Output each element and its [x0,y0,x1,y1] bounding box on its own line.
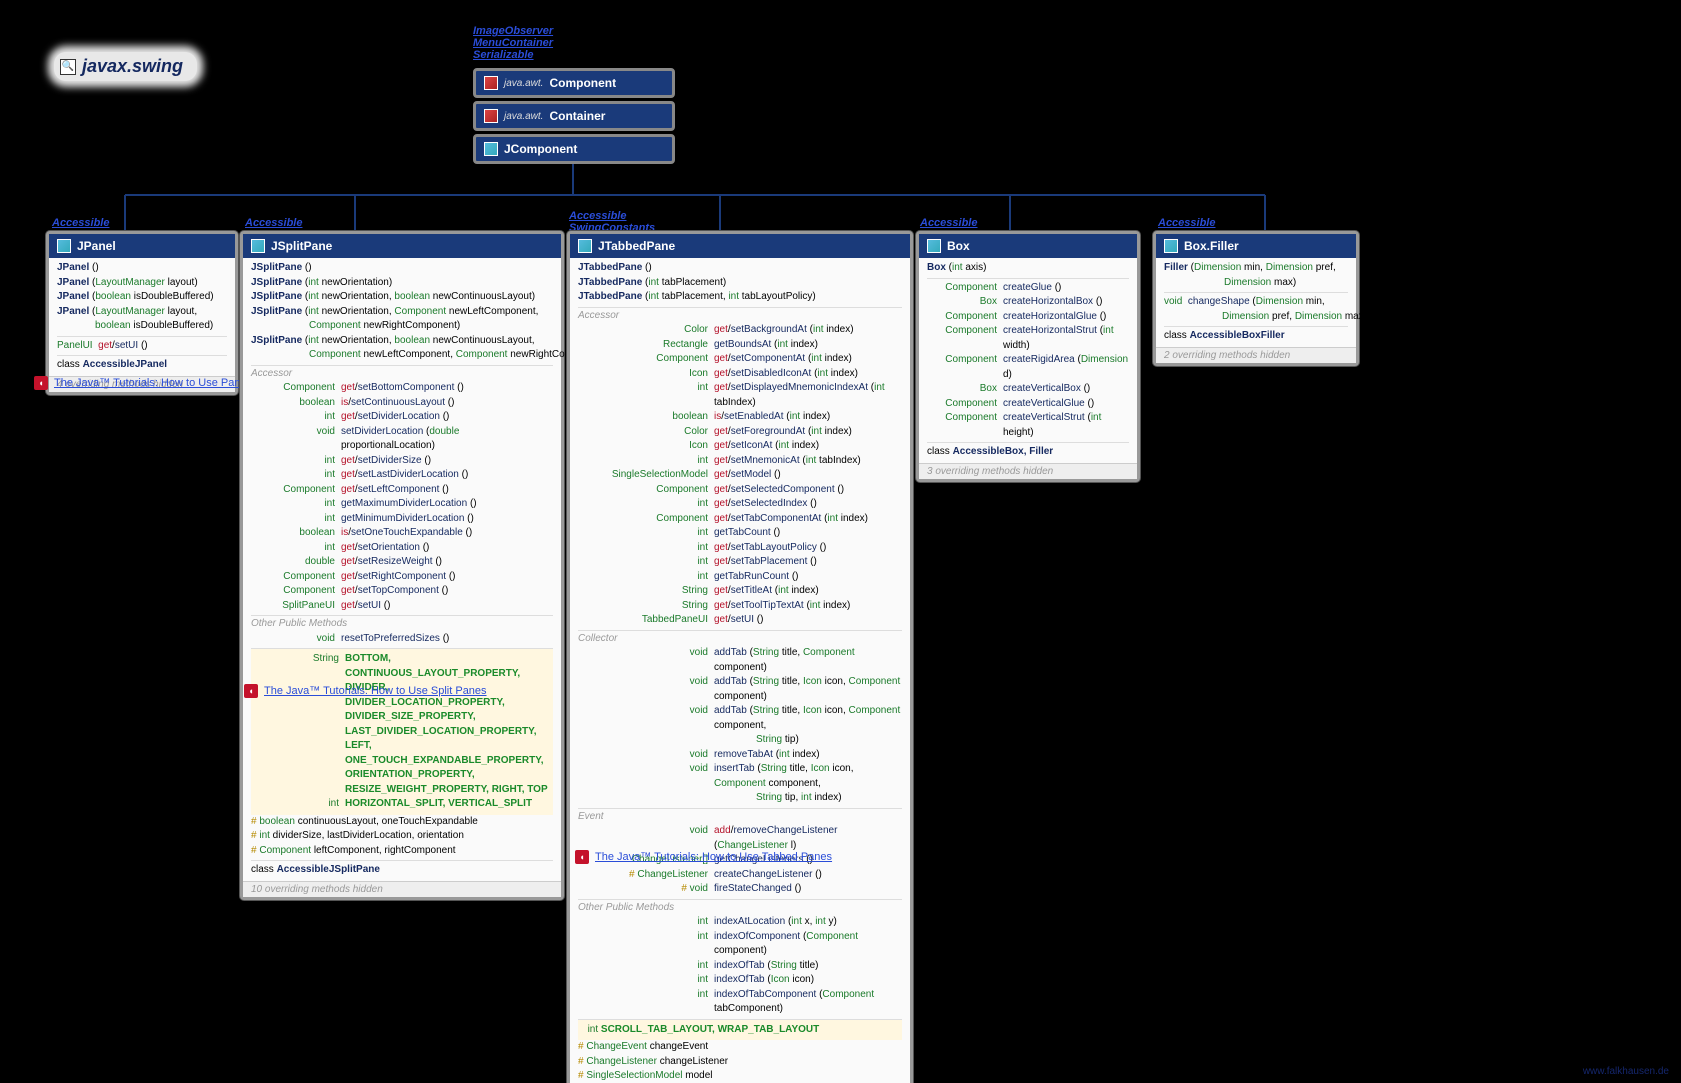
class-header[interactable]: JSplitPane [243,234,561,258]
iface-accessible-2: Accessible [245,217,302,229]
inheritance-chain: java.awt.Component java.awt.Container JC… [473,68,675,164]
iface-accessible-4: Accessible [920,217,977,229]
iface-accessible-1: Accessible [52,217,109,229]
chain-jcomponent[interactable]: JComponent [473,134,675,164]
interface-imageobserver[interactable]: ImageObserver [473,25,553,37]
class-header[interactable]: JPanel [49,234,235,258]
class-jpanel: JPanel JPanel () JPanel (LayoutManager l… [46,231,238,395]
class-icon [484,109,498,123]
class-icon [484,142,498,156]
class-header[interactable]: JTabbedPane [570,234,910,258]
package-badge: 🔍 javax.swing [54,52,197,81]
package-icon: 🔍 [60,59,76,75]
class-jtabbedpane: JTabbedPane JTabbedPane () JTabbedPane (… [567,231,913,1083]
class-box: Box Box (int axis) ComponentcreateGlue (… [916,231,1140,482]
class-icon [484,76,498,90]
class-icon [927,239,941,253]
tutorial-link-panels[interactable]: ◖The Java™ Tutorials: How to Use Panels [34,376,255,390]
watermark: www.falkhausen.de [1583,1066,1669,1077]
class-box-filler: Box.Filler Filler (Dimension min, Dimens… [1153,231,1359,366]
chain-container[interactable]: java.awt.Container [473,101,675,131]
interface-menucontainer[interactable]: MenuContainer [473,37,553,49]
class-header[interactable]: Box.Filler [1156,234,1356,258]
class-icon [251,239,265,253]
class-header[interactable]: Box [919,234,1137,258]
tutorial-link-tabbed[interactable]: ◖The Java™ Tutorials: How to Use Tabbed … [575,850,832,864]
class-icon [1164,239,1178,253]
iface-accessible-5: Accessible [1158,217,1215,229]
class-icon [57,239,71,253]
chain-component[interactable]: java.awt.Component [473,68,675,98]
oracle-icon: ◖ [34,376,48,390]
class-icon [578,239,592,253]
oracle-icon: ◖ [575,850,589,864]
class-jsplitpane: JSplitPane JSplitPane () JSplitPane (int… [240,231,564,900]
tutorial-link-split[interactable]: ◖The Java™ Tutorials: How to Use Split P… [244,684,487,698]
top-interfaces: ImageObserver MenuContainer Serializable [473,25,553,61]
oracle-icon: ◖ [244,684,258,698]
interface-serializable[interactable]: Serializable [473,49,534,61]
package-name: javax.swing [82,56,183,77]
